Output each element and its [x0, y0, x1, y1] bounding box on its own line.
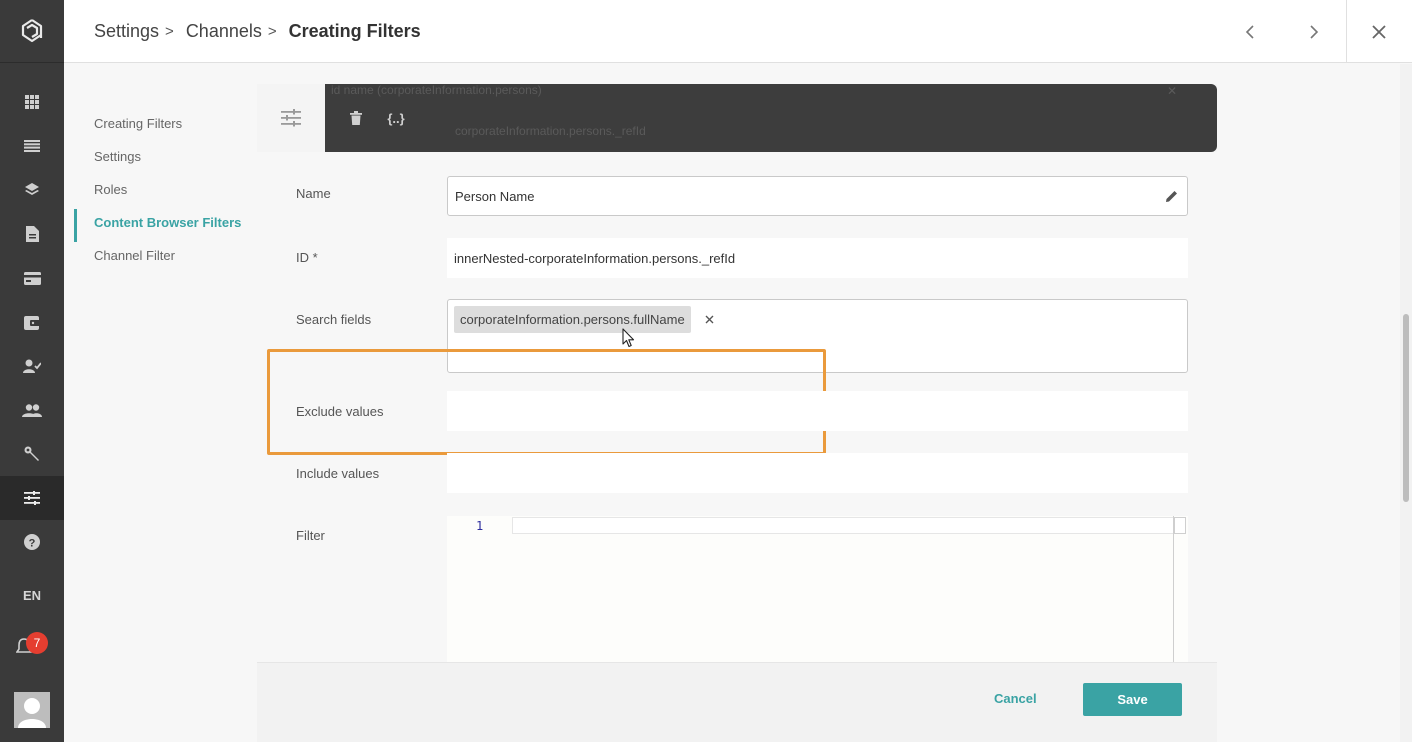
subnav-item-content-browser-filters[interactable]: Content Browser Filters: [74, 209, 244, 242]
toolbar-ghost-text: corporateInformation.persons._refId: [455, 124, 646, 138]
search-fields-label: Search fields: [296, 312, 372, 327]
next-arrow-icon[interactable]: [1302, 20, 1326, 44]
mouse-cursor-icon: [622, 328, 635, 353]
editor-active-line[interactable]: [512, 517, 1174, 534]
trash-icon[interactable]: [343, 106, 369, 130]
card-icon[interactable]: [0, 256, 64, 300]
id-field[interactable]: innerNested-corporateInformation.persons…: [447, 238, 1188, 278]
grid-icon[interactable]: [0, 80, 64, 124]
breadcrumb-channels[interactable]: Channels: [186, 21, 262, 42]
sliders-icon[interactable]: [0, 476, 64, 520]
people-icon[interactable]: [0, 388, 64, 432]
exclude-values-field[interactable]: [447, 391, 1188, 431]
toolbar-ghost-text: id name (corporateInformation.persons): [331, 84, 542, 97]
breadcrumb-settings[interactable]: Settings: [94, 21, 159, 42]
id-value: innerNested-corporateInformation.persons…: [454, 251, 736, 266]
svg-text:?: ?: [29, 537, 36, 549]
subnav-item-creating-filters[interactable]: Creating Filters: [74, 110, 244, 143]
settings-subnav: Creating Filters Settings Roles Content …: [74, 110, 244, 275]
previous-arrow-icon[interactable]: [1238, 20, 1262, 44]
close-icon[interactable]: [1367, 20, 1391, 44]
form-footer: Cancel Save: [257, 662, 1217, 742]
name-value: Person Name: [455, 189, 535, 204]
toolbar-ghost-close-icon: ✕: [1167, 84, 1178, 98]
include-values-label: Include values: [296, 466, 380, 481]
list-icon[interactable]: [0, 124, 64, 168]
header-divider: [1346, 0, 1347, 63]
scrollbar-thumb[interactable]: [1403, 314, 1409, 502]
sliders-icon: [281, 109, 301, 127]
person-check-icon[interactable]: [0, 344, 64, 388]
json-button[interactable]: {..}: [383, 106, 409, 130]
save-button[interactable]: Save: [1083, 683, 1182, 716]
settings-tab[interactable]: [257, 84, 325, 152]
language-switcher[interactable]: EN: [0, 584, 64, 608]
filter-editor-card: id name (corporateInformation.persons) c…: [257, 84, 1217, 742]
app-rail: ? EN 7: [0, 0, 64, 742]
wallet-icon[interactable]: [0, 300, 64, 344]
page-title: Creating Filters: [288, 21, 421, 41]
name-label: Name: [296, 186, 331, 201]
help-icon[interactable]: ?: [0, 520, 64, 564]
avatar[interactable]: [14, 692, 50, 728]
filter-form: Name Person Name ID * innerNested-corpor…: [257, 152, 1217, 662]
exclude-values-label: Exclude values: [296, 404, 384, 419]
search-field-chip[interactable]: corporateInformation.persons.fullName: [454, 306, 691, 333]
subnav-item-roles[interactable]: Roles: [74, 176, 244, 209]
subnav-item-channel-filter[interactable]: Channel Filter: [74, 242, 244, 275]
filter-label: Filter: [296, 528, 325, 543]
top-header: Settings > Channels > Creating Filters: [64, 0, 1412, 63]
name-field[interactable]: Person Name: [447, 176, 1188, 216]
breadcrumb: Settings > Channels > Creating Filters: [94, 0, 421, 63]
logo-icon[interactable]: [0, 0, 64, 63]
include-values-field[interactable]: [447, 453, 1188, 493]
cancel-button[interactable]: Cancel: [994, 691, 1037, 706]
wrench-icon[interactable]: [0, 432, 64, 476]
remove-chip-icon[interactable]: [697, 306, 721, 333]
document-icon[interactable]: [0, 212, 64, 256]
notification-badge: 7: [26, 632, 48, 654]
filter-code-editor[interactable]: 1: [447, 516, 1188, 662]
editor-scroll-box: [1174, 517, 1186, 534]
id-label: ID *: [296, 250, 318, 265]
breadcrumb-separator: >: [165, 23, 174, 40]
item-toolbar: id name (corporateInformation.persons) c…: [325, 84, 1217, 152]
line-number: 1: [476, 519, 484, 533]
subnav-item-settings[interactable]: Settings: [74, 143, 244, 176]
layers-icon[interactable]: [0, 168, 64, 212]
pencil-icon[interactable]: [1164, 189, 1179, 209]
breadcrumb-separator: >: [267, 23, 277, 40]
editor-ruler: [1173, 516, 1174, 662]
page-scrollbar[interactable]: [1400, 64, 1412, 742]
